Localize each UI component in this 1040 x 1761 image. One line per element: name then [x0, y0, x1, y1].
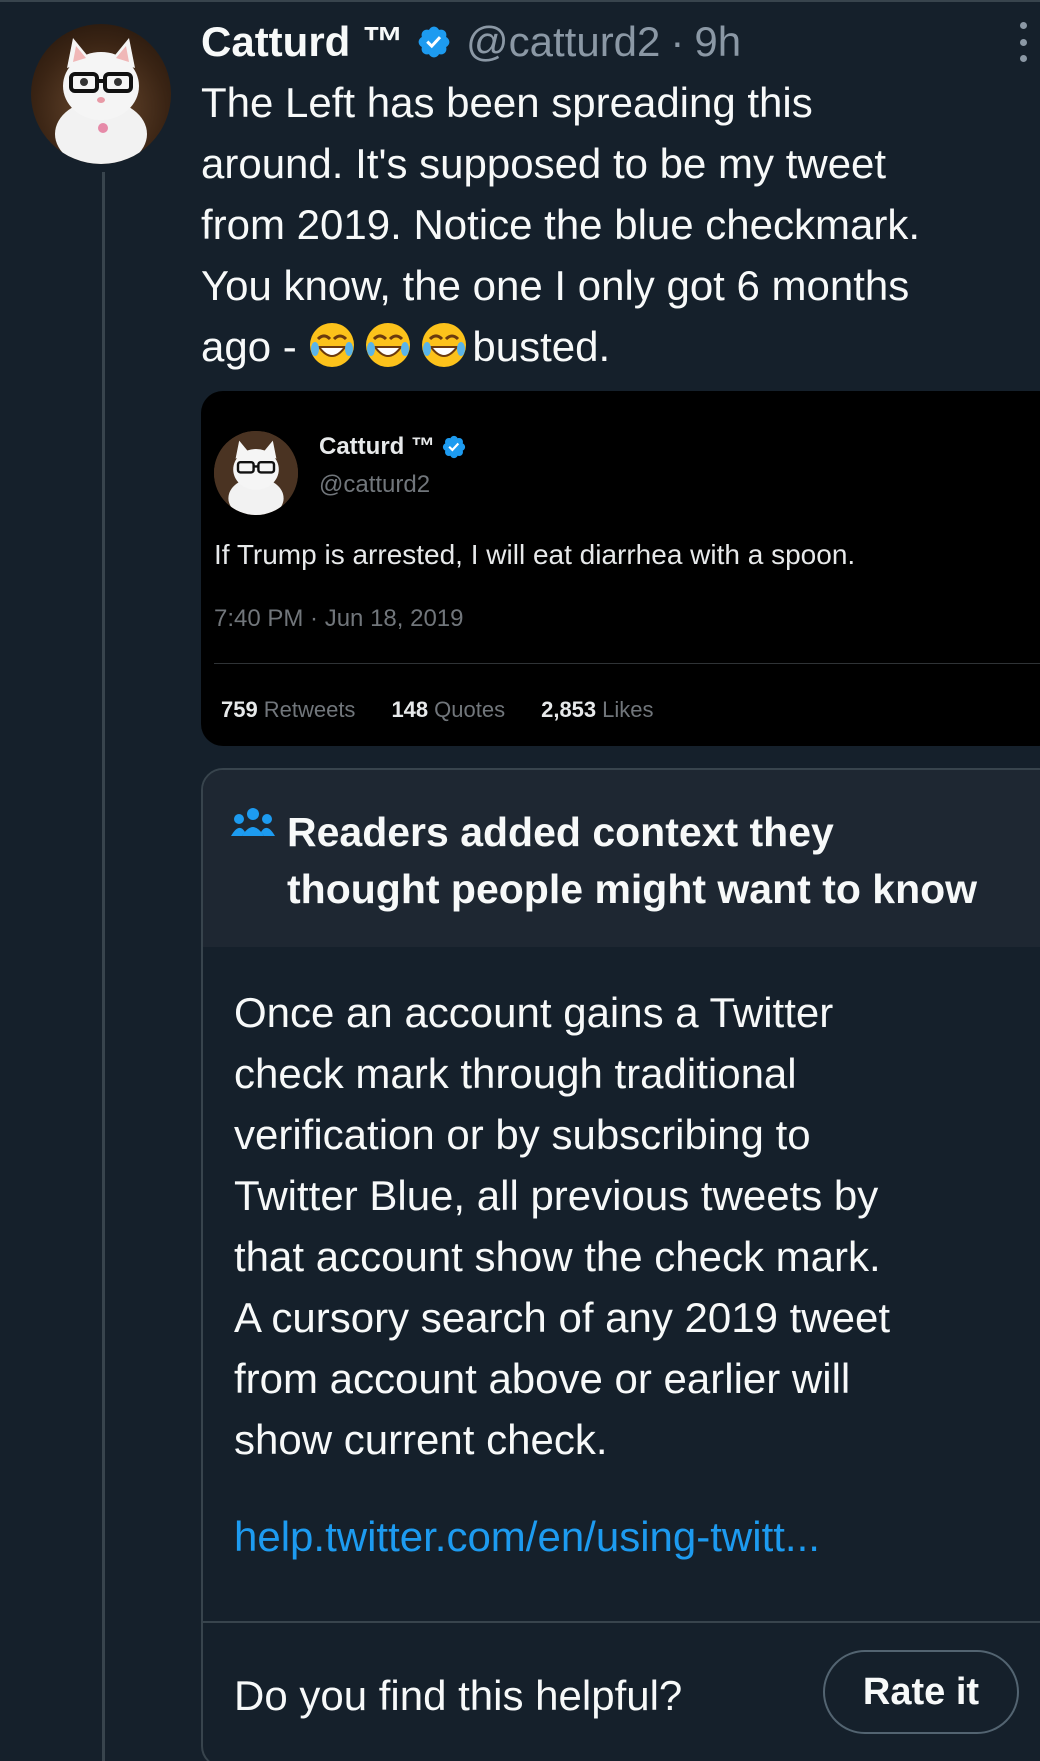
author-handle[interactable]: @catturd2 [466, 18, 660, 66]
stat-value: 148 [391, 697, 429, 722]
note-body-line: check mark through traditional [234, 1050, 797, 1097]
community-note-header: Readers added context they thought peopl… [203, 770, 1040, 947]
community-note-title: Readers added context they thought peopl… [287, 804, 977, 918]
embedded-divider [214, 663, 1040, 664]
embedded-timestamp: 7:40 PM · Jun 18, 2019 [214, 605, 464, 632]
thread-line [102, 172, 105, 1761]
embedded-display-name-row: Catturd ™ [319, 433, 467, 461]
embedded-avatar [214, 431, 298, 515]
note-body-line: A cursory search of any 2019 tweet [234, 1294, 891, 1341]
tweet-header: Catturd ™ @catturd2 · 9h [201, 14, 741, 70]
tears-of-joy-emoji-icon [366, 323, 411, 367]
verified-badge-icon [442, 435, 466, 459]
verified-badge-icon[interactable] [416, 24, 452, 60]
stat-label: Likes [602, 697, 654, 722]
stat-label: Retweets [263, 697, 356, 722]
tweet-text-line: You know, the one I only got 6 months [201, 262, 910, 309]
helpful-question: Do you find this helpful? [234, 1672, 683, 1719]
avatar[interactable] [31, 24, 171, 164]
embedded-tweet-text: If Trump is arrested, I will eat diarrhe… [214, 539, 856, 570]
rate-it-button[interactable]: Rate it [823, 1650, 1019, 1734]
top-divider [0, 0, 1040, 2]
separator-dot: · [670, 18, 685, 65]
attached-image[interactable]: Catturd ™ @catturd2 If Trump is arrested… [201, 391, 1040, 746]
note-body-line: Once an account gains a Twitter [234, 989, 834, 1036]
embedded-handle: @catturd2 [319, 471, 431, 498]
source-link[interactable]: help.twitter.com/en/using-twitt... [234, 1513, 820, 1561]
tweet-text-prefix: ago - [201, 323, 309, 370]
tweet-text-line-last: ago - busted. [201, 316, 1021, 377]
tweet-text-line: around. It's supposed to be my tweet [201, 140, 887, 187]
stat-value: 2,853 [541, 697, 597, 722]
community-note-title-line: thought people might want to know [287, 866, 978, 912]
tears-of-joy-emoji-icon [310, 323, 355, 367]
people-group-icon [231, 808, 275, 836]
community-note: Readers added context they thought peopl… [201, 768, 1040, 1761]
more-options-icon[interactable] [1016, 22, 1030, 62]
stat-label: Quotes [434, 697, 506, 722]
note-body-line: that account show the check mark. [234, 1233, 881, 1280]
tweet-text-line: from 2019. Notice the blue checkmark. [201, 201, 921, 248]
embedded-stats: 759 Retweets 148 Quotes 2,853 Likes [221, 697, 690, 723]
tweet-text-line: The Left has been spreading this [201, 79, 813, 126]
stat-retweets: 759 Retweets [221, 697, 355, 723]
stat-quotes: 148 Quotes [391, 697, 505, 723]
cat-avatar-image [214, 431, 298, 515]
note-body-line: Twitter Blue, all previous tweets by [234, 1172, 879, 1219]
note-body-line: verification or by subscribing to [234, 1111, 811, 1158]
stat-value: 759 [221, 697, 258, 722]
community-note-body: Once an account gains a Twitter check ma… [234, 982, 994, 1470]
tweet-page: Catturd ™ @catturd2 · 9h The Left has be… [0, 0, 1040, 1761]
note-divider [203, 1621, 1040, 1623]
cat-avatar-image [55, 38, 147, 164]
tweet-text: The Left has been spreading this around.… [201, 72, 1021, 377]
author-display-name[interactable]: Catturd ™ [201, 18, 404, 66]
embedded-display-name: Catturd ™ [319, 433, 435, 460]
note-body-line: show current check. [234, 1416, 608, 1463]
tweet-time[interactable]: 9h [694, 18, 741, 66]
note-body-line: from account above or earlier will [234, 1355, 851, 1402]
stat-likes: 2,853 Likes [541, 697, 653, 723]
tears-of-joy-emoji-icon [422, 323, 467, 367]
tweet-text-suffix: busted. [472, 323, 611, 370]
community-note-title-line: Readers added context they [287, 809, 834, 855]
